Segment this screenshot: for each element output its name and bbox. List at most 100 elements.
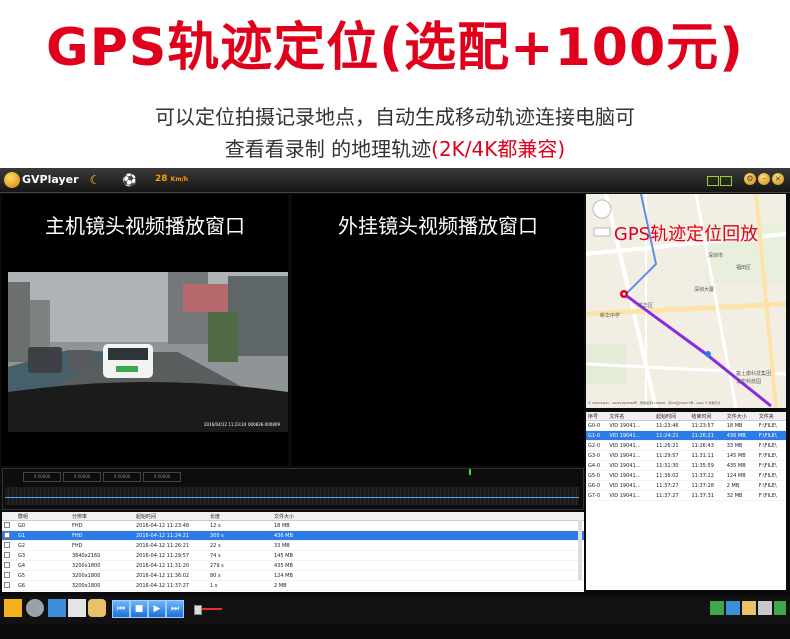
gps-col-folder[interactable]: 文件夹 [756,412,786,421]
row-checkbox-cell [2,580,16,591]
row-checkbox[interactable] [4,532,10,539]
next-button[interactable]: ⏭ [166,600,184,618]
timeline-track[interactable]: 0:00000 0:00000 0:00000 0:00000 [2,468,584,510]
timeline-segment: 0:00000 [103,472,141,482]
open-folder-icon[interactable] [4,599,22,617]
save-icon[interactable] [88,599,106,617]
row-resolution: FHD [70,520,134,531]
layout-icon[interactable] [707,176,719,186]
row-checkbox[interactable] [4,522,10,529]
row-checkbox-cell [2,520,16,531]
photo-icon[interactable] [726,601,740,615]
layout-split-icon[interactable] [720,176,732,186]
col-file-size[interactable]: 文件大小 [272,512,584,521]
map-place-futian: 福田区 [736,265,752,271]
video-file-list[interactable]: 群组 分辨率 起始时间 长度 文件大小 G0 FHD 2016-04-12 11:2… [2,512,584,592]
file-list-scrollbar[interactable] [578,520,582,580]
gps-row-folder: F:\FILE\ [756,470,786,481]
list-item[interactable]: G6-0 VID 19041... 11:37:27 11:37:28 2 MB F:\F… [586,480,786,491]
row-start-time: 2016-04-12 11:29:57 [134,550,208,561]
lock-icon[interactable] [758,601,772,615]
previous-button[interactable]: ⏮ [112,600,130,618]
timeline-playhead[interactable] [469,469,471,475]
list-item[interactable]: G3-0 VID 19041... 11:29:57 11:31:11 145 MB F:… [586,450,786,461]
row-checkbox-cell [2,550,16,561]
speed-value: 28 [155,174,168,184]
row-file-size: 33 MB [272,540,584,551]
gps-col-start[interactable]: 起始时间 [654,412,690,421]
row-resolution: FHD [70,530,134,541]
camera-icon[interactable] [26,599,44,617]
table-row[interactable]: G1 FHD 2016-04-12 11:24:21 300 s 436 MB [2,530,584,541]
gps-row-index: G7-0 [586,490,608,501]
row-checkbox[interactable] [4,542,10,549]
gps-row-end: 11:26:43 [689,440,725,451]
list-item[interactable]: G0-0 VID 19041... 11:23:46 11:23:57 18 MB F:\… [586,420,786,431]
export-icon[interactable] [48,599,66,617]
stop-button[interactable]: ■ [130,600,148,618]
gps-row-index: G6-0 [586,480,608,491]
gps-row-end: 11:35:59 [689,460,725,471]
table-row[interactable]: G6 3200x1800 2016-04-12 11:37:27 1 s2 MB [2,580,584,591]
gps-row-end: 11:23:57 [689,420,725,431]
gvplayer-window: GVPlayer ☾ ⚽ 28 Km/h ⚙ – × 主机镜头视频播放窗口 20… [0,168,790,639]
row-checkbox[interactable] [4,552,10,559]
soccer-ball-icon[interactable]: ⚽ [122,173,137,187]
minimize-button[interactable]: – [758,173,770,185]
timeline-segment: 0:00000 [143,472,181,482]
speed-unit: Km/h [170,176,189,183]
row-checkbox[interactable] [4,582,10,589]
volume-knob[interactable] [194,605,202,615]
timeline-segment: 0:00000 [63,472,101,482]
table-row[interactable]: G5 3200x1800 2016-04-12 11:36:02 80 s 124 MB [2,570,584,581]
gps-row-folder: F:\FILE\ [756,440,786,451]
gps-col-index[interactable]: 序号 [586,412,608,421]
gps-map[interactable]: GPS轨迹定位回放 深圳市 福田区 龙华区 新华中学 深圳大厦 富士康科技集团 … [586,194,786,408]
col-resolution[interactable]: 分辨率 [70,512,134,521]
play-button[interactable]: ▶ [148,600,166,618]
row-start-time: 2016-04-12 11:24:21 [134,530,208,541]
gps-row-size: 145 MB [724,450,757,461]
dashcam-scene [8,272,288,432]
video-counter: 000836-000809 [248,422,280,427]
row-length: 300 s [208,530,272,541]
table-row[interactable]: G3 3840x2160 2016-04-12 11:29:57 74 s 145 MB [2,550,584,561]
col-length[interactable]: 长度 [208,512,272,521]
folder-icon[interactable] [742,601,756,615]
document-icon[interactable] [68,599,86,617]
list-item[interactable]: G2-0 VID 19041... 11:26:21 11:26:43 33 MB F:\… [586,440,786,451]
col-group[interactable]: 群组 [16,512,70,521]
gps-row-start: 11:36:02 [654,470,690,481]
list-item[interactable]: G4-0 VID 19041... 11:31:30 11:35:59 435 MB F:… [586,460,786,471]
settings-button[interactable]: ⚙ [744,173,756,185]
row-length: 74 s [208,550,272,561]
gps-row-size: 2 MB [724,480,757,491]
rear-video-panel[interactable]: 外挂镜头视频播放窗口 [292,194,584,466]
row-file-size: 124 MB [272,570,584,581]
table-row[interactable]: G2 FHD 2016-04-12 11:26:21 22 s 33 MB [2,540,584,551]
map-place-shenzhen-tower: 深圳大厦 [694,287,715,293]
table-row[interactable]: G0 FHD 2016-04-12 11:23:48 12 s 18 MB [2,520,584,531]
row-checkbox[interactable] [4,562,10,569]
moon-icon[interactable]: ☾ [88,173,102,187]
close-button[interactable]: × [772,173,784,185]
row-start-time: 2016-04-12 11:36:02 [134,570,208,581]
list-item[interactable]: G7-0 VID 19041... 11:37:27 11:37:31 32 MB F:\… [586,490,786,501]
front-video-frame[interactable]: 2016/04/12 11:23:24 000836-000809 [8,272,288,432]
front-video-panel[interactable]: 主机镜头视频播放窗口 2016/04/12 11:23:24 000836-00… [2,194,288,466]
map-tool-icon[interactable] [710,601,724,615]
app-name: GVPlayer [22,173,79,186]
gps-row-start: 11:24:21 [654,430,690,441]
gps-row-end: 11:37:22 [689,470,725,481]
list-item[interactable]: G5-0 VID 19041... 11:36:02 11:37:22 124 MB F:… [586,470,786,481]
col-start-time[interactable]: 起始时间 [134,512,208,521]
gps-col-filename[interactable]: 文件名 [607,412,655,421]
settings-tool-icon[interactable] [774,601,786,615]
gps-col-end[interactable]: 结束时间 [689,412,725,421]
gps-col-size[interactable]: 文件大小 [724,412,757,421]
gps-file-list[interactable]: 序号 文件名 起始时间 结束时间 文件大小 文件夹 G0-0 VID 19041.… [586,412,786,590]
row-checkbox[interactable] [4,572,10,579]
list-item[interactable]: G1-0 VID 19041... 11:24:21 11:26:21 436 MB F:… [586,430,786,441]
gps-row-filename: VID 19041... [607,490,655,501]
table-row[interactable]: G4 3200x1800 2016-04-12 11:31:20 279 s 435 M… [2,560,584,571]
